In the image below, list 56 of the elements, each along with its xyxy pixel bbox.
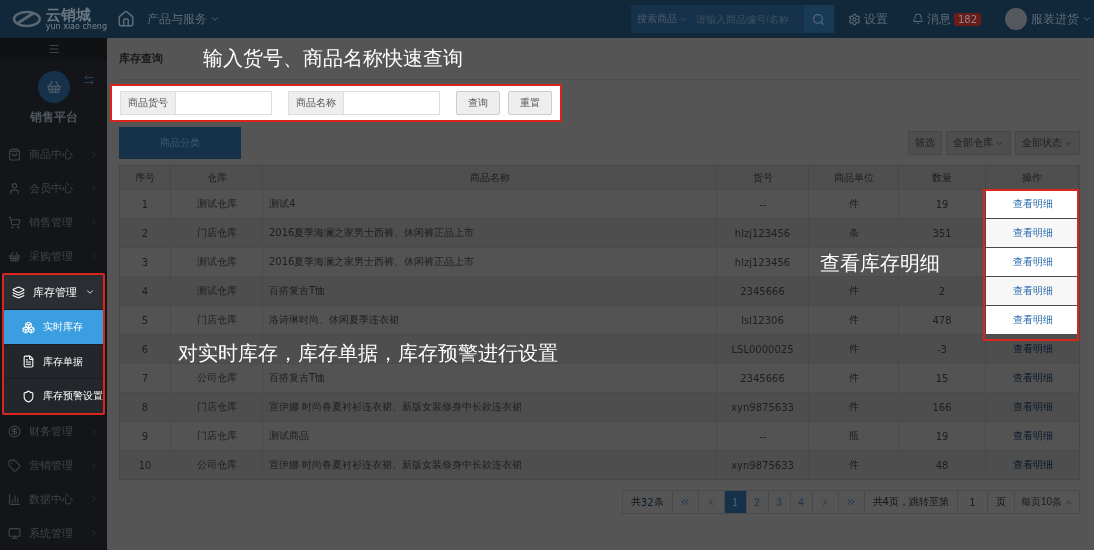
shield-icon <box>22 389 35 403</box>
menu-icon[interactable] <box>47 42 60 55</box>
double-chevron-right-icon <box>845 496 857 508</box>
sidebar-subitem[interactable]: 实时库存 <box>4 309 103 344</box>
input-field[interactable]: 商品名称 <box>288 91 440 115</box>
annotation-text: 输入货号、商品名称快速查询 <box>203 45 463 72</box>
view-detail-link[interactable]: 查看明细 <box>1012 400 1053 414</box>
basket-icon <box>45 79 62 96</box>
view-detail-link[interactable]: 查看明细 <box>1012 429 1053 443</box>
monitor-icon <box>8 526 21 540</box>
tag-icon <box>8 459 21 473</box>
search-icon <box>812 12 826 26</box>
shopping-bag-icon <box>8 148 21 162</box>
bell-icon <box>911 13 924 25</box>
page-button[interactable]: 4 <box>790 491 813 513</box>
total-count: 共32条 <box>622 491 673 513</box>
basket-icon <box>8 249 21 263</box>
products-menu[interactable]: 产品与服务 <box>147 10 220 28</box>
query-button[interactable]: 查询 <box>456 91 500 115</box>
caret-icon <box>1082 14 1092 24</box>
cart-icon <box>8 215 21 229</box>
sidebar-item[interactable]: 库存管理 <box>4 274 103 310</box>
document-icon <box>22 355 35 369</box>
swap-icon[interactable] <box>83 73 95 86</box>
layers-icon <box>12 285 25 299</box>
page-button[interactable]: 3 <box>768 491 791 513</box>
avatar[interactable] <box>1005 8 1027 30</box>
sidebar-subitem[interactable]: 库存预警设置 <box>4 378 103 413</box>
reset-button[interactable]: 重置 <box>508 91 552 115</box>
view-detail-link[interactable]: 查看明细 <box>1012 371 1053 385</box>
messages-link[interactable]: 消息 182 <box>911 10 981 28</box>
logo-icon <box>12 8 42 30</box>
page-title: 库存查询 <box>119 51 163 66</box>
double-chevron-left-icon <box>679 496 691 508</box>
annotation-text: 查看库存明细 <box>820 250 940 277</box>
annotation-text: 对实时库存，库存单据，库存预警进行设置 <box>178 340 558 367</box>
user-menu[interactable]: 服装进货 <box>1031 10 1092 28</box>
cluster-icon <box>22 320 35 334</box>
page-unit: 页 <box>987 491 1015 513</box>
user-icon <box>8 182 21 195</box>
view-detail-link[interactable]: 查看明细 <box>1012 458 1053 472</box>
home-icon[interactable] <box>117 10 135 28</box>
sidebar-subitem[interactable]: 库存单据 <box>4 343 103 379</box>
input-field[interactable]: 商品货号 <box>120 91 272 115</box>
platform-label: 销售平台 <box>29 109 78 127</box>
caret-icon <box>210 14 220 24</box>
settings-link[interactable]: 设置 <box>847 10 888 28</box>
coin-icon <box>8 425 21 439</box>
view-detail-link[interactable]: 查看明细 <box>1012 342 1053 356</box>
search-button[interactable] <box>803 5 834 33</box>
logo-subtitle: yun xiao cheng <box>45 22 107 31</box>
message-count-badge: 182 <box>953 12 981 26</box>
logo-text: 云销城 <box>45 7 91 23</box>
bar-chart-icon <box>8 492 21 506</box>
page-input[interactable]: 1 <box>957 491 988 513</box>
settings-icon <box>847 12 861 26</box>
